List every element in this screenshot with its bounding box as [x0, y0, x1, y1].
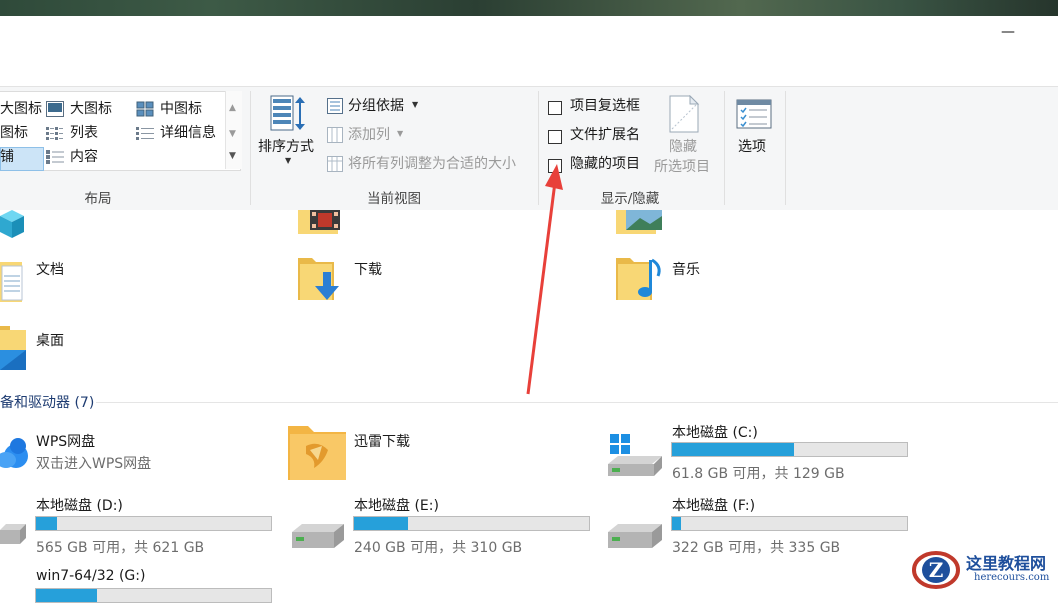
details-icon	[136, 127, 154, 140]
group-label-show-hide: 显示/隐藏	[600, 191, 660, 207]
scroll-down-icon[interactable]: ▼	[229, 129, 236, 139]
drive-g-usage-fill	[36, 589, 97, 602]
pictures-folder-icon[interactable]	[616, 210, 664, 234]
music-folder-icon[interactable]	[616, 254, 664, 304]
group-label-layout: 布局	[84, 191, 112, 207]
devices-and-drives-header[interactable]: 备和驱动器 (7)	[0, 392, 94, 412]
xunlei-drive-name[interactable]: 迅雷下载	[354, 431, 410, 451]
minimize-button[interactable]: —	[998, 22, 1018, 42]
watermark-title: 这里教程网	[966, 554, 1047, 573]
drive-f-free-space: 322 GB 可用，共 335 GB	[672, 540, 841, 556]
drive-f-usage-fill	[672, 517, 681, 530]
folder-label[interactable]: 桌面	[36, 330, 64, 350]
layout-extra-large-icons[interactable]: 大图标	[0, 99, 42, 119]
item-checkboxes-checkbox[interactable]	[548, 101, 562, 115]
drive-e-usage-bar	[353, 516, 590, 531]
group-separator	[724, 91, 725, 205]
watermark-logo-icon: Z	[912, 551, 960, 589]
drive-c-name[interactable]: 本地磁盘 (C:)	[672, 422, 758, 442]
drive-d-name[interactable]: 本地磁盘 (D:)	[36, 495, 123, 515]
add-column-icon	[327, 127, 343, 143]
drive-f-usage-bar	[671, 516, 908, 531]
layout-medium-icons[interactable]: 中图标	[160, 99, 202, 119]
medium-icons-icon	[136, 101, 154, 117]
layout-large-icons[interactable]: 大图标	[70, 99, 112, 119]
list-icon	[46, 127, 63, 140]
group-separator	[785, 91, 786, 205]
layout-list[interactable]: 列表	[70, 123, 98, 143]
drive-d-free-space: 565 GB 可用，共 621 GB	[36, 540, 205, 556]
add-column-dropdown-icon: ▼	[397, 129, 404, 138]
system-drive-icon[interactable]	[606, 434, 664, 478]
annotation-arrow	[526, 164, 563, 395]
desktop-folder-icon[interactable]	[0, 326, 28, 374]
download-folder-icon[interactable]	[298, 254, 346, 304]
gallery-expand-icon[interactable]: ▼	[229, 151, 236, 161]
drive-f-name[interactable]: 本地磁盘 (F:)	[672, 495, 755, 515]
hide-selected-icon	[669, 95, 700, 133]
section-divider	[96, 402, 1058, 403]
hide-selected-label-2[interactable]: 所选项目	[654, 157, 710, 177]
add-column-button[interactable]: 添加列	[348, 125, 390, 145]
drive-e-name[interactable]: 本地磁盘 (E:)	[354, 495, 439, 515]
drive-g-usage-bar	[35, 588, 272, 603]
drive-e-icon[interactable]	[290, 522, 346, 552]
wps-drive-name[interactable]: WPS网盘	[36, 431, 95, 451]
svg-text:Z: Z	[929, 558, 944, 582]
document-folder-icon[interactable]	[0, 254, 24, 302]
large-icons-icon	[46, 101, 64, 117]
drive-g-name[interactable]: win7-64/32 (G:)	[36, 568, 145, 584]
drive-d-usage-bar	[35, 516, 272, 531]
drive-e-usage-fill	[354, 517, 408, 530]
group-by-button[interactable]: 分组依据	[348, 96, 404, 116]
site-watermark: Z 这里教程网 herecours.com	[910, 548, 1058, 592]
fit-columns-icon	[327, 156, 343, 172]
wps-cloud-icon[interactable]	[0, 430, 28, 470]
file-extensions-label[interactable]: 文件扩展名	[570, 125, 640, 145]
layout-gallery: 大图标 大图标 中图标 图标 列表 详细信息 铺 内容	[0, 91, 241, 171]
folder-label[interactable]: 下载	[354, 259, 382, 279]
drive-f-icon[interactable]	[606, 522, 664, 552]
xunlei-download-icon[interactable]	[288, 420, 348, 482]
group-separator	[250, 91, 251, 205]
sort-by-icon	[270, 95, 305, 131]
3d-objects-icon[interactable]	[0, 210, 24, 238]
drive-c-usage-bar	[671, 442, 908, 457]
group-label-current-view: 当前视图	[367, 191, 421, 207]
layout-small-icons[interactable]: 图标	[0, 123, 28, 143]
file-extensions-checkbox[interactable]	[548, 130, 562, 144]
drive-c-free-space: 61.8 GB 可用，共 129 GB	[672, 466, 845, 482]
fit-columns-button[interactable]: 将所有列调整为合适的大小	[348, 154, 516, 174]
options-button[interactable]: 选项	[738, 137, 766, 157]
folder-label[interactable]: 音乐	[672, 259, 700, 279]
group-by-dropdown-icon: ▼	[412, 100, 419, 109]
layout-gallery-scrollbar[interactable]: ▲ ▼ ▼	[225, 91, 242, 169]
item-checkboxes-label[interactable]: 项目复选框	[570, 96, 640, 116]
layout-content[interactable]: 内容	[70, 147, 98, 167]
wps-drive-subtitle: 双击进入WPS网盘	[36, 456, 152, 472]
layout-details[interactable]: 详细信息	[160, 123, 216, 143]
drive-c-usage-fill	[672, 443, 794, 456]
desktop-wallpaper	[0, 0, 1058, 16]
group-by-icon	[327, 98, 343, 114]
title-bar	[0, 16, 1058, 86]
watermark-url: herecours.com	[974, 572, 1050, 583]
drive-e-free-space: 240 GB 可用，共 310 GB	[354, 540, 523, 556]
sort-by-dropdown-icon: ▼	[285, 156, 292, 165]
hide-selected-label-1[interactable]: 隐藏	[669, 137, 697, 157]
drive-d-icon[interactable]	[0, 522, 26, 550]
drive-d-usage-fill	[36, 517, 57, 530]
scroll-up-icon[interactable]: ▲	[229, 103, 236, 113]
hidden-items-label[interactable]: 隐藏的项目	[570, 154, 640, 174]
layout-tiles[interactable]: 铺	[0, 147, 14, 167]
videos-folder-icon[interactable]	[298, 210, 344, 234]
content-icon	[46, 150, 64, 164]
folder-label[interactable]: 文档	[36, 259, 64, 279]
options-icon	[736, 99, 772, 129]
